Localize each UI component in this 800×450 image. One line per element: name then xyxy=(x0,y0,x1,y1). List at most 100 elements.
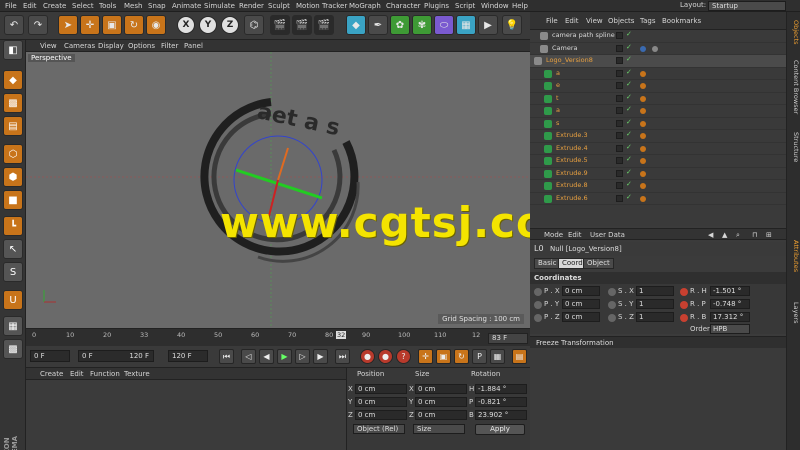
list-item[interactable]: Extrude.9 ✓ xyxy=(530,168,786,180)
enabled-check-icon[interactable]: ✓ xyxy=(626,118,632,126)
attr-r-h-field[interactable]: -1.501 ° xyxy=(710,286,750,296)
menu-select[interactable]: Select xyxy=(72,2,94,10)
make-editable-icon[interactable]: ◧ xyxy=(3,40,23,60)
current-frame-field[interactable]: 83 F xyxy=(488,333,528,344)
keyframe-dot-icon[interactable] xyxy=(608,314,616,322)
list-item[interactable]: Logo_Version8 ✓ xyxy=(530,55,786,68)
timeline-playhead[interactable]: 32 xyxy=(336,331,347,339)
menu-simulate[interactable]: Simulate xyxy=(204,2,235,10)
apply-button[interactable]: Apply xyxy=(475,424,525,435)
list-item[interactable]: Extrude.5 ✓ xyxy=(530,155,786,168)
coord-mode-dropdown[interactable]: Object (Rel) xyxy=(353,424,405,434)
scale-icon[interactable]: ▣ xyxy=(102,15,122,35)
freeze-transformation-section[interactable]: Freeze Transformation xyxy=(530,336,786,348)
attr-s-y-field[interactable]: 1 xyxy=(636,299,674,309)
attr-p-x-field[interactable]: 0 cm xyxy=(562,286,600,296)
lock-icon[interactable]: ⊓ xyxy=(752,231,757,239)
menu-tools[interactable]: Tools xyxy=(99,2,116,10)
material-area[interactable] xyxy=(26,380,346,450)
side-tab-attributes[interactable]: Attributes xyxy=(788,240,800,272)
menu-animate[interactable]: Animate xyxy=(172,2,201,10)
attr-r-p-field[interactable]: -0.748 ° xyxy=(710,299,750,309)
axis-mode-icon[interactable]: ┗ xyxy=(3,216,23,236)
menu-plugins[interactable]: Plugins xyxy=(424,2,449,10)
attributes-menu-edit[interactable]: Edit xyxy=(568,231,582,239)
array-icon[interactable]: ✾ xyxy=(412,15,432,35)
timeline-ruler[interactable]: 0 10 20 33 40 50 60 70 80 32 90 100 110 … xyxy=(26,328,530,346)
menu-window[interactable]: Window xyxy=(481,2,509,10)
go-to-start-icon[interactable]: ⏮ xyxy=(219,349,234,364)
menu-mesh[interactable]: Mesh xyxy=(124,2,142,10)
cube-icon[interactable]: ◆ xyxy=(346,15,366,35)
enabled-check-icon[interactable]: ✓ xyxy=(626,68,632,76)
keyframe-dot-icon[interactable] xyxy=(534,314,542,322)
keyframe-dot-icon[interactable] xyxy=(680,301,688,309)
side-tab-layers[interactable]: Layers xyxy=(788,302,800,324)
list-item[interactable]: Extrude.4 ✓ xyxy=(530,143,786,155)
next-frame-icon[interactable]: ▷ xyxy=(295,349,310,364)
camera-icon[interactable]: ▶ xyxy=(478,15,498,35)
render-view-icon[interactable]: 🎬 xyxy=(270,15,290,35)
objects-menu-objects[interactable]: Objects xyxy=(608,17,634,25)
objects-menu-edit[interactable]: Edit xyxy=(565,17,579,25)
visibility-toggle[interactable] xyxy=(616,194,623,202)
next-key-icon[interactable]: ▶ xyxy=(313,349,328,364)
previous-frame-icon[interactable]: ◀ xyxy=(259,349,274,364)
viewport-menu-options[interactable]: Options xyxy=(128,42,155,50)
keyframe-dot-icon[interactable] xyxy=(534,288,542,296)
magnet-icon[interactable]: U xyxy=(3,290,23,310)
record-icon[interactable]: ● xyxy=(360,349,375,364)
side-tab-structure[interactable]: Structure xyxy=(788,132,800,162)
material-tag-icon[interactable] xyxy=(640,158,646,164)
enabled-check-icon[interactable]: ✓ xyxy=(626,168,632,176)
viewport-menu-filter[interactable]: Filter xyxy=(161,42,178,50)
redo-icon[interactable]: ↷ xyxy=(28,15,48,35)
attr-s-x-field[interactable]: 1 xyxy=(636,286,674,296)
keyframe-dot-icon[interactable] xyxy=(534,301,542,309)
back-arrow-icon[interactable]: ◀ xyxy=(708,231,713,239)
model-mode-icon[interactable]: ◆ xyxy=(3,70,23,90)
enabled-check-icon[interactable]: ✓ xyxy=(626,193,632,201)
edges-mode-icon[interactable]: ⬢ xyxy=(3,167,23,187)
viewport-menu-view[interactable]: View xyxy=(40,42,57,50)
visibility-toggle[interactable] xyxy=(616,182,623,189)
enabled-check-icon[interactable]: ✓ xyxy=(626,55,632,63)
list-item[interactable]: Extrude.6 ✓ xyxy=(530,193,786,205)
list-item[interactable]: Camera ✓ xyxy=(530,43,786,55)
previous-key-icon[interactable]: ◁ xyxy=(241,349,256,364)
list-item[interactable]: t ✓ xyxy=(530,93,786,105)
material-tag-icon[interactable] xyxy=(640,120,646,127)
visibility-toggle[interactable] xyxy=(616,157,623,164)
list-item[interactable]: camera path spline ✓ xyxy=(530,30,786,43)
key-parameter-icon[interactable]: P xyxy=(472,349,487,364)
menu-edit[interactable]: Edit xyxy=(23,2,37,10)
move-icon[interactable]: ✛ xyxy=(80,15,100,35)
material-menu-create[interactable]: Create xyxy=(40,370,63,378)
viewport-menu-display[interactable]: Display xyxy=(98,42,124,50)
material-tag-icon[interactable] xyxy=(640,95,646,102)
key-position-icon[interactable]: ✛ xyxy=(418,349,433,364)
material-tag-icon[interactable] xyxy=(640,195,646,202)
play-icon[interactable]: ▶ xyxy=(277,349,292,364)
objects-menu-bookmarks[interactable]: Bookmarks xyxy=(662,17,701,25)
enabled-check-icon[interactable]: ✓ xyxy=(626,155,632,163)
enabled-check-icon[interactable]: ✓ xyxy=(626,105,632,113)
coord-size-dropdown[interactable]: Size xyxy=(413,424,465,434)
coord-rot-p-field[interactable]: -0.821 ° xyxy=(475,397,527,407)
deformer-icon[interactable]: ⬭ xyxy=(434,15,454,35)
tweak-mode-icon[interactable]: ↖ xyxy=(3,239,23,259)
axis-x-button[interactable]: X xyxy=(177,16,195,34)
menu-file[interactable]: File xyxy=(5,2,17,10)
list-item[interactable]: a ✓ xyxy=(530,105,786,118)
objects-menu-file[interactable]: File xyxy=(546,17,558,25)
menu-mograph[interactable]: MoGraph xyxy=(349,2,381,10)
material-tag-icon[interactable] xyxy=(640,145,646,152)
keyframe-dot-icon[interactable] xyxy=(680,288,688,296)
protection-tag-icon[interactable] xyxy=(640,45,646,52)
attr-p-y-field[interactable]: 0 cm xyxy=(562,299,600,309)
enabled-check-icon[interactable]: ✓ xyxy=(626,80,632,88)
enabled-check-icon[interactable]: ✓ xyxy=(626,93,632,101)
key-scale-icon[interactable]: ▣ xyxy=(436,349,451,364)
order-dropdown[interactable]: HPB xyxy=(710,324,750,334)
visibility-toggle[interactable] xyxy=(616,44,623,52)
